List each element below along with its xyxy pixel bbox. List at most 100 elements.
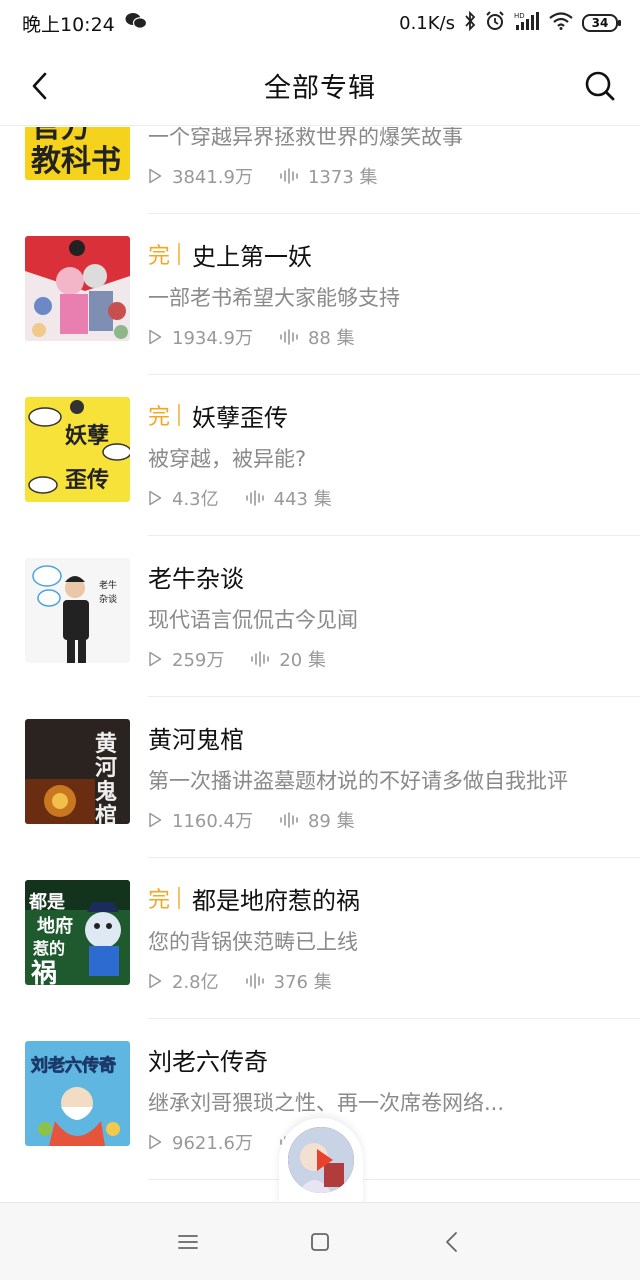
album-item[interactable]: 老牛 杂谈 老牛杂谈 现代语言侃侃古今见闻 259万 20 集 (0, 536, 640, 697)
play-count-icon (149, 1134, 162, 1150)
play-count: 1160.4万 (172, 811, 253, 832)
play-count: 9621.6万 (172, 1133, 253, 1154)
play-count: 259万 (172, 650, 225, 671)
album-info: 完 妖孽歪传 被穿越，被异能? 4.3亿 443 集 (148, 375, 640, 536)
album-title: 妖孽歪传 (192, 403, 289, 432)
play-count-icon (149, 168, 162, 184)
album-meta: 3841.9万 1373 集 (148, 163, 378, 189)
album-desc: 一个穿越异界拯救世界的爆笑故事 (148, 127, 463, 149)
back-chevron-icon (32, 72, 47, 100)
svg-text:老牛: 老牛 (99, 579, 117, 591)
episode-count: 88 集 (307, 328, 355, 349)
svg-text:妖孽: 妖孽 (65, 423, 109, 449)
episodes-icon (280, 812, 298, 828)
album-desc: 现代语言侃侃古今见闻 (148, 608, 358, 632)
album-cover: 黄 河 鬼 棺 (25, 719, 130, 824)
page-title: 全部专辑 (264, 73, 376, 104)
nav-menu-button[interactable] (176, 1230, 200, 1254)
svg-text:黄: 黄 (95, 731, 117, 757)
album-meta: 4.3亿 443 集 (148, 485, 332, 511)
svg-text:HD: HD (514, 12, 525, 20)
nav-back-button[interactable] (440, 1230, 464, 1254)
album-meta: 1934.9万 88 集 (148, 324, 355, 350)
menu-icon (178, 1234, 198, 1249)
album-meta: 1160.4万 89 集 (148, 807, 355, 833)
badge-divider (178, 404, 181, 426)
episode-count: 89 集 (307, 811, 355, 832)
album-desc: 被穿越，被异能? (148, 447, 307, 471)
svg-text:教科书: 教科书 (31, 144, 121, 179)
status-right: 0.1K/s HD 34 (399, 10, 621, 36)
play-count-icon (149, 490, 162, 506)
status-bar: 晚上10:24 0.1K/s HD 34 (0, 0, 640, 46)
now-playing-disc[interactable] (288, 1127, 354, 1193)
album-title: 刘老六传奇 (148, 1047, 268, 1076)
svg-text:地府: 地府 (37, 915, 73, 937)
album-cover: 妖孽 歪传 (25, 397, 130, 502)
album-cover: 都是 地府 惹的 祸 (25, 880, 130, 985)
battery-icon: 34 (582, 14, 621, 32)
completed-badge: 完 (148, 888, 171, 913)
bluetooth-icon (464, 10, 476, 36)
episodes-icon (245, 973, 264, 989)
album-cover (25, 236, 130, 341)
album-title: 史上第一妖 (192, 242, 313, 271)
album-meta: 2.8亿 376 集 (148, 968, 332, 994)
episodes-icon (280, 329, 298, 345)
album-item[interactable]: 黄 河 鬼 棺 黄河鬼棺 第一次播讲盗墓题材说的不好请多做自我批评 1160.4… (0, 697, 640, 858)
album-item[interactable]: 完 史上第一妖 一部老书希望大家能够支持 1934.9万 88 集 (0, 214, 640, 375)
album-title-row: 完 妖孽歪传 (148, 395, 620, 435)
album-info: 完 史上第一妖 一部老书希望大家能够支持 1934.9万 88 集 (148, 214, 640, 375)
album-info: 黄河鬼棺 第一次播讲盗墓题材说的不好请多做自我批评 1160.4万 89 集 (148, 697, 640, 858)
album-desc: 一部老书希望大家能够支持 (148, 286, 400, 310)
album-cover: 刘老六传奇 (25, 1041, 130, 1146)
svg-text:都是: 都是 (28, 892, 65, 913)
wechat-icon (125, 12, 147, 35)
wifi-icon (549, 11, 573, 35)
svg-text:歪传: 歪传 (65, 468, 109, 493)
back-button[interactable] (22, 68, 58, 104)
album-title-row: 完 都是地府惹的祸 (148, 878, 620, 918)
episodes-icon (280, 168, 298, 184)
search-icon (585, 71, 615, 101)
status-left: 晚上10:24 (22, 10, 147, 37)
svg-text:杂谈: 杂谈 (99, 593, 117, 605)
completed-badge: 完 (148, 244, 171, 269)
album-item[interactable]: 官方 教科书 GUANFANG 一个穿越异界拯救世界的爆笑故事 3841.9万 … (0, 127, 640, 214)
album-title-row: 老牛杂谈 (148, 556, 620, 596)
play-count: 3841.9万 (172, 167, 253, 188)
nav-home-button[interactable] (308, 1230, 332, 1254)
play-count-icon (149, 812, 162, 828)
badge-divider (178, 243, 181, 265)
episodes-icon (245, 490, 264, 506)
play-count-icon (149, 329, 162, 345)
play-count: 2.8亿 (172, 972, 219, 993)
episodes-icon (251, 651, 270, 667)
svg-text:棺: 棺 (95, 803, 117, 824)
album-info: 完 都是地府惹的祸 您的背锅侠范畴已上线 2.8亿 376 集 (148, 858, 640, 1019)
play-count: 4.3亿 (172, 489, 219, 510)
album-info: 刘老六传奇 继承刘哥猥琐之性、再一次席卷网络... 9621.6万 集 (148, 1019, 640, 1180)
album-title-row: 完 史上第一妖 (148, 234, 620, 274)
album-list-viewport[interactable]: 官方 教科书 GUANFANG 一个穿越异界拯救世界的爆笑故事 3841.9万 … (0, 127, 640, 1202)
album-title-row: 黄河鬼棺 (148, 717, 620, 757)
album-item[interactable]: 都是 地府 惹的 祸 完 都是地府惹的祸 您的背锅侠范畴已上线 2.8亿 376… (0, 858, 640, 1019)
mini-player[interactable] (279, 1118, 363, 1208)
search-button[interactable] (582, 68, 618, 104)
album-list: 官方 教科书 GUANFANG 一个穿越异界拯救世界的爆笑故事 3841.9万 … (0, 127, 640, 1202)
system-nav-bar (0, 1202, 640, 1280)
hd-signal-icon: HD (514, 11, 540, 36)
badge-divider (178, 887, 181, 909)
header: 全部专辑 (0, 46, 640, 126)
play-count-icon (149, 651, 162, 667)
svg-text:鬼: 鬼 (95, 779, 117, 805)
episode-count: 20 集 (279, 650, 326, 671)
album-desc: 您的背锅侠范畴已上线 (148, 930, 358, 954)
album-title: 老牛杂谈 (148, 564, 244, 593)
episode-count: 376 集 (273, 972, 332, 993)
album-meta: 259万 20 集 (148, 646, 326, 672)
album-info: 一个穿越异界拯救世界的爆笑故事 3841.9万 1373 集 (148, 127, 640, 214)
album-desc: 第一次播讲盗墓题材说的不好请多做自我批评 (148, 769, 568, 793)
album-cover: 官方 教科书 GUANFANG (25, 127, 130, 180)
album-item[interactable]: 妖孽 歪传 完 妖孽歪传 被穿越，被异能? 4.3亿 443 集 (0, 375, 640, 536)
